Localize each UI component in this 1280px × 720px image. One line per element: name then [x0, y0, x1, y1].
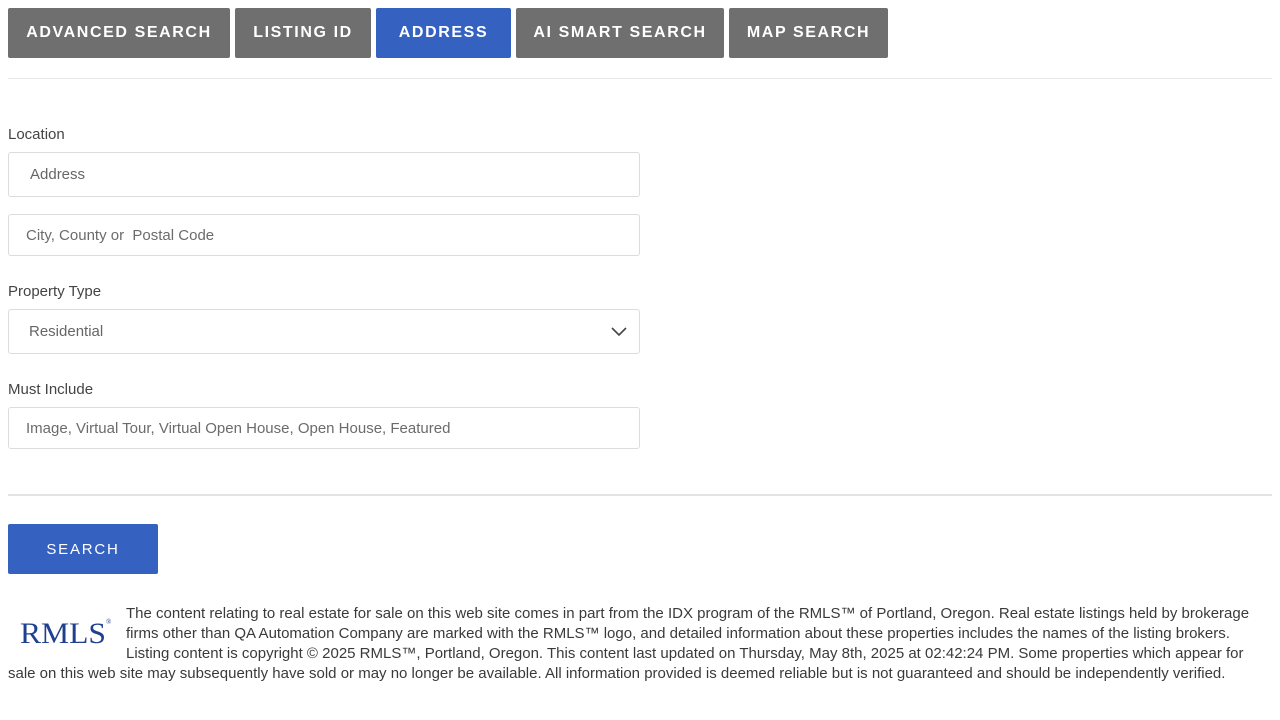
address-input-value: Address [30, 166, 86, 183]
property-type-select[interactable]: Residential [8, 309, 640, 354]
must-include-placeholder: Image, Virtual Tour, Virtual Open House,… [26, 419, 451, 437]
must-include-label: Must Include [8, 381, 94, 398]
disclaimer-text: The content relating to real estate for … [8, 605, 1250, 682]
tab-advanced-search[interactable]: ADVANCED SEARCH [8, 8, 230, 58]
search-tabs: ADVANCED SEARCH LISTING ID ADDRESS AI SM… [8, 8, 888, 58]
tab-ai-smart-search[interactable]: AI SMART SEARCH [516, 8, 724, 58]
chevron-down-icon [611, 326, 627, 336]
form-divider [8, 494, 1272, 496]
search-page: ADVANCED SEARCH LISTING ID ADDRESS AI SM… [0, 0, 1280, 720]
svg-text:®: ® [106, 618, 112, 626]
property-type-label: Property Type [8, 283, 102, 300]
property-type-selected: Residential [29, 323, 104, 340]
tab-listing-id[interactable]: LISTING ID [235, 8, 371, 58]
rmls-logo: RMLS ® [20, 617, 112, 650]
location-label: Location [8, 126, 65, 143]
idx-disclaimer: RMLS ® The content relating to real esta… [8, 604, 1272, 684]
tab-map-search[interactable]: MAP SEARCH [729, 8, 888, 58]
top-divider [8, 78, 1272, 79]
city-county-postal-input[interactable]: City, County or Postal Code [8, 214, 640, 256]
rmls-logo-text: RMLS [20, 617, 106, 650]
must-include-input[interactable]: Image, Virtual Tour, Virtual Open House,… [8, 407, 640, 449]
search-button[interactable]: SEARCH [8, 524, 158, 574]
address-input[interactable]: Address [8, 152, 640, 197]
city-county-postal-placeholder: City, County or Postal Code [26, 226, 215, 244]
tab-address[interactable]: ADDRESS [376, 8, 511, 58]
